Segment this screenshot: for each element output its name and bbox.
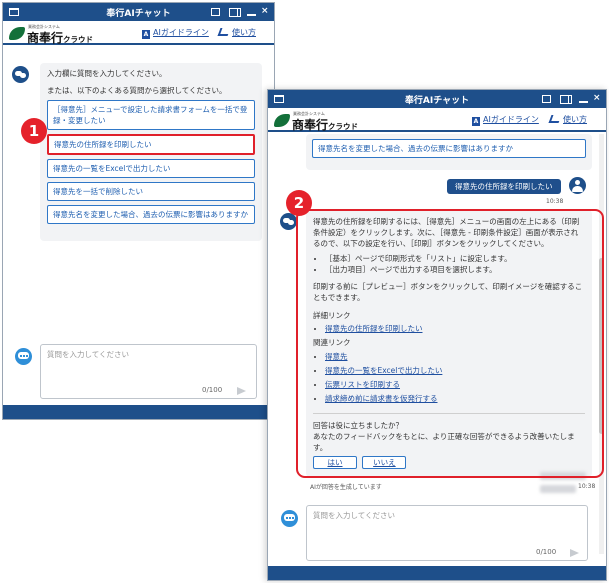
pen-icon [217,28,231,36]
chat-bubble-icon [15,348,32,365]
suggestion-button[interactable]: 得意先の住所録を印刷したい [47,134,255,155]
brand-bar: 業務会計システム 商奉行クラウド A AIガイドライン 使い方 [3,21,274,45]
suggestion-button[interactable]: 得意先名を変更した場合、過去の伝票に影響はありますか [312,139,586,158]
char-counter: 0/100 [202,386,223,394]
howto-link[interactable]: 使い方 [217,27,256,38]
guide-book-icon: A [142,30,150,39]
suggestion-button[interactable]: ［得意先］メニューで設定した請求書フォームを一括で登録・変更したい [47,100,255,130]
question-input-box[interactable]: 0/100 [306,505,588,561]
window-footer [3,405,274,419]
pen-icon [548,115,562,123]
howto-link[interactable]: 使い方 [548,114,587,125]
minimize-icon[interactable] [579,101,588,103]
logo-name: 商奉行クラウド [292,118,359,132]
logo-name: 商奉行クラウド [27,31,94,45]
send-icon[interactable] [237,387,246,395]
popout-icon[interactable] [211,8,220,16]
bot-avatar [280,213,297,230]
answer-time: 10:38 [578,483,596,490]
side-panel-icon[interactable] [229,8,241,17]
close-icon[interactable]: × [593,93,601,104]
bot-avatar [12,66,29,83]
ai-status-text: AIが回答を生成しています [310,484,382,491]
minimize-icon[interactable] [247,14,256,16]
suggestion-button[interactable]: 得意先名を変更した場合、過去の伝票に影響はありますか [47,205,255,224]
window-footer [268,566,606,580]
user-message-time: 10:38 [546,198,564,205]
send-icon[interactable] [570,549,579,557]
highlight-frame [296,209,604,478]
chat-bubble-icon [281,510,298,527]
step-marker-1: 1 [21,118,47,144]
bot-intro-line-2: または、以下のよくある質問から選択してください。 [47,86,227,95]
char-counter: 0/100 [536,548,557,556]
close-icon[interactable]: × [261,6,269,17]
step-marker-2: 2 [286,190,312,216]
question-input[interactable] [47,349,250,371]
side-panel-icon[interactable] [560,95,572,104]
suggestion-button[interactable]: 得意先の一覧をExcelで出力したい [47,159,255,178]
window-title: 奉行AIチャット [404,96,470,106]
bot-message: 入力欄に質問を入力してください。 または、以下のよくある質問から選択してください… [40,63,262,241]
logo-leaf-icon [9,27,25,40]
chat-window-initial: 奉行AIチャット × 業務会計システム 商奉行クラウド A AIガイドライン 使い… [2,2,275,420]
brand-bar: 業務会計システム 商奉行クラウド A AIガイドライン 使い方 [268,108,606,132]
suggestion-button[interactable]: 得意先を一括で削除したい [47,182,255,201]
title-bar: 奉行AIチャット × [268,90,606,108]
title-bar: 奉行AIチャット × [3,3,274,21]
redacted-area [540,485,576,493]
previous-bot-message: 得意先名を変更した場合、過去の伝票に影響はありますか [306,134,592,170]
user-avatar [569,177,586,194]
user-message: 得意先の住所録を印刷したい [447,179,561,194]
bot-intro-line-1: 入力欄に質問を入力してください。 [47,69,167,78]
question-input-box[interactable]: 0/100 [40,344,257,399]
popout-icon[interactable] [542,95,551,103]
guide-book-icon: A [472,117,480,126]
ai-guideline-link[interactable]: A AIガイドライン [472,114,539,126]
question-input[interactable] [313,510,581,532]
logo-leaf-icon [274,114,290,127]
ai-guideline-link[interactable]: A AIガイドライン [142,27,209,39]
